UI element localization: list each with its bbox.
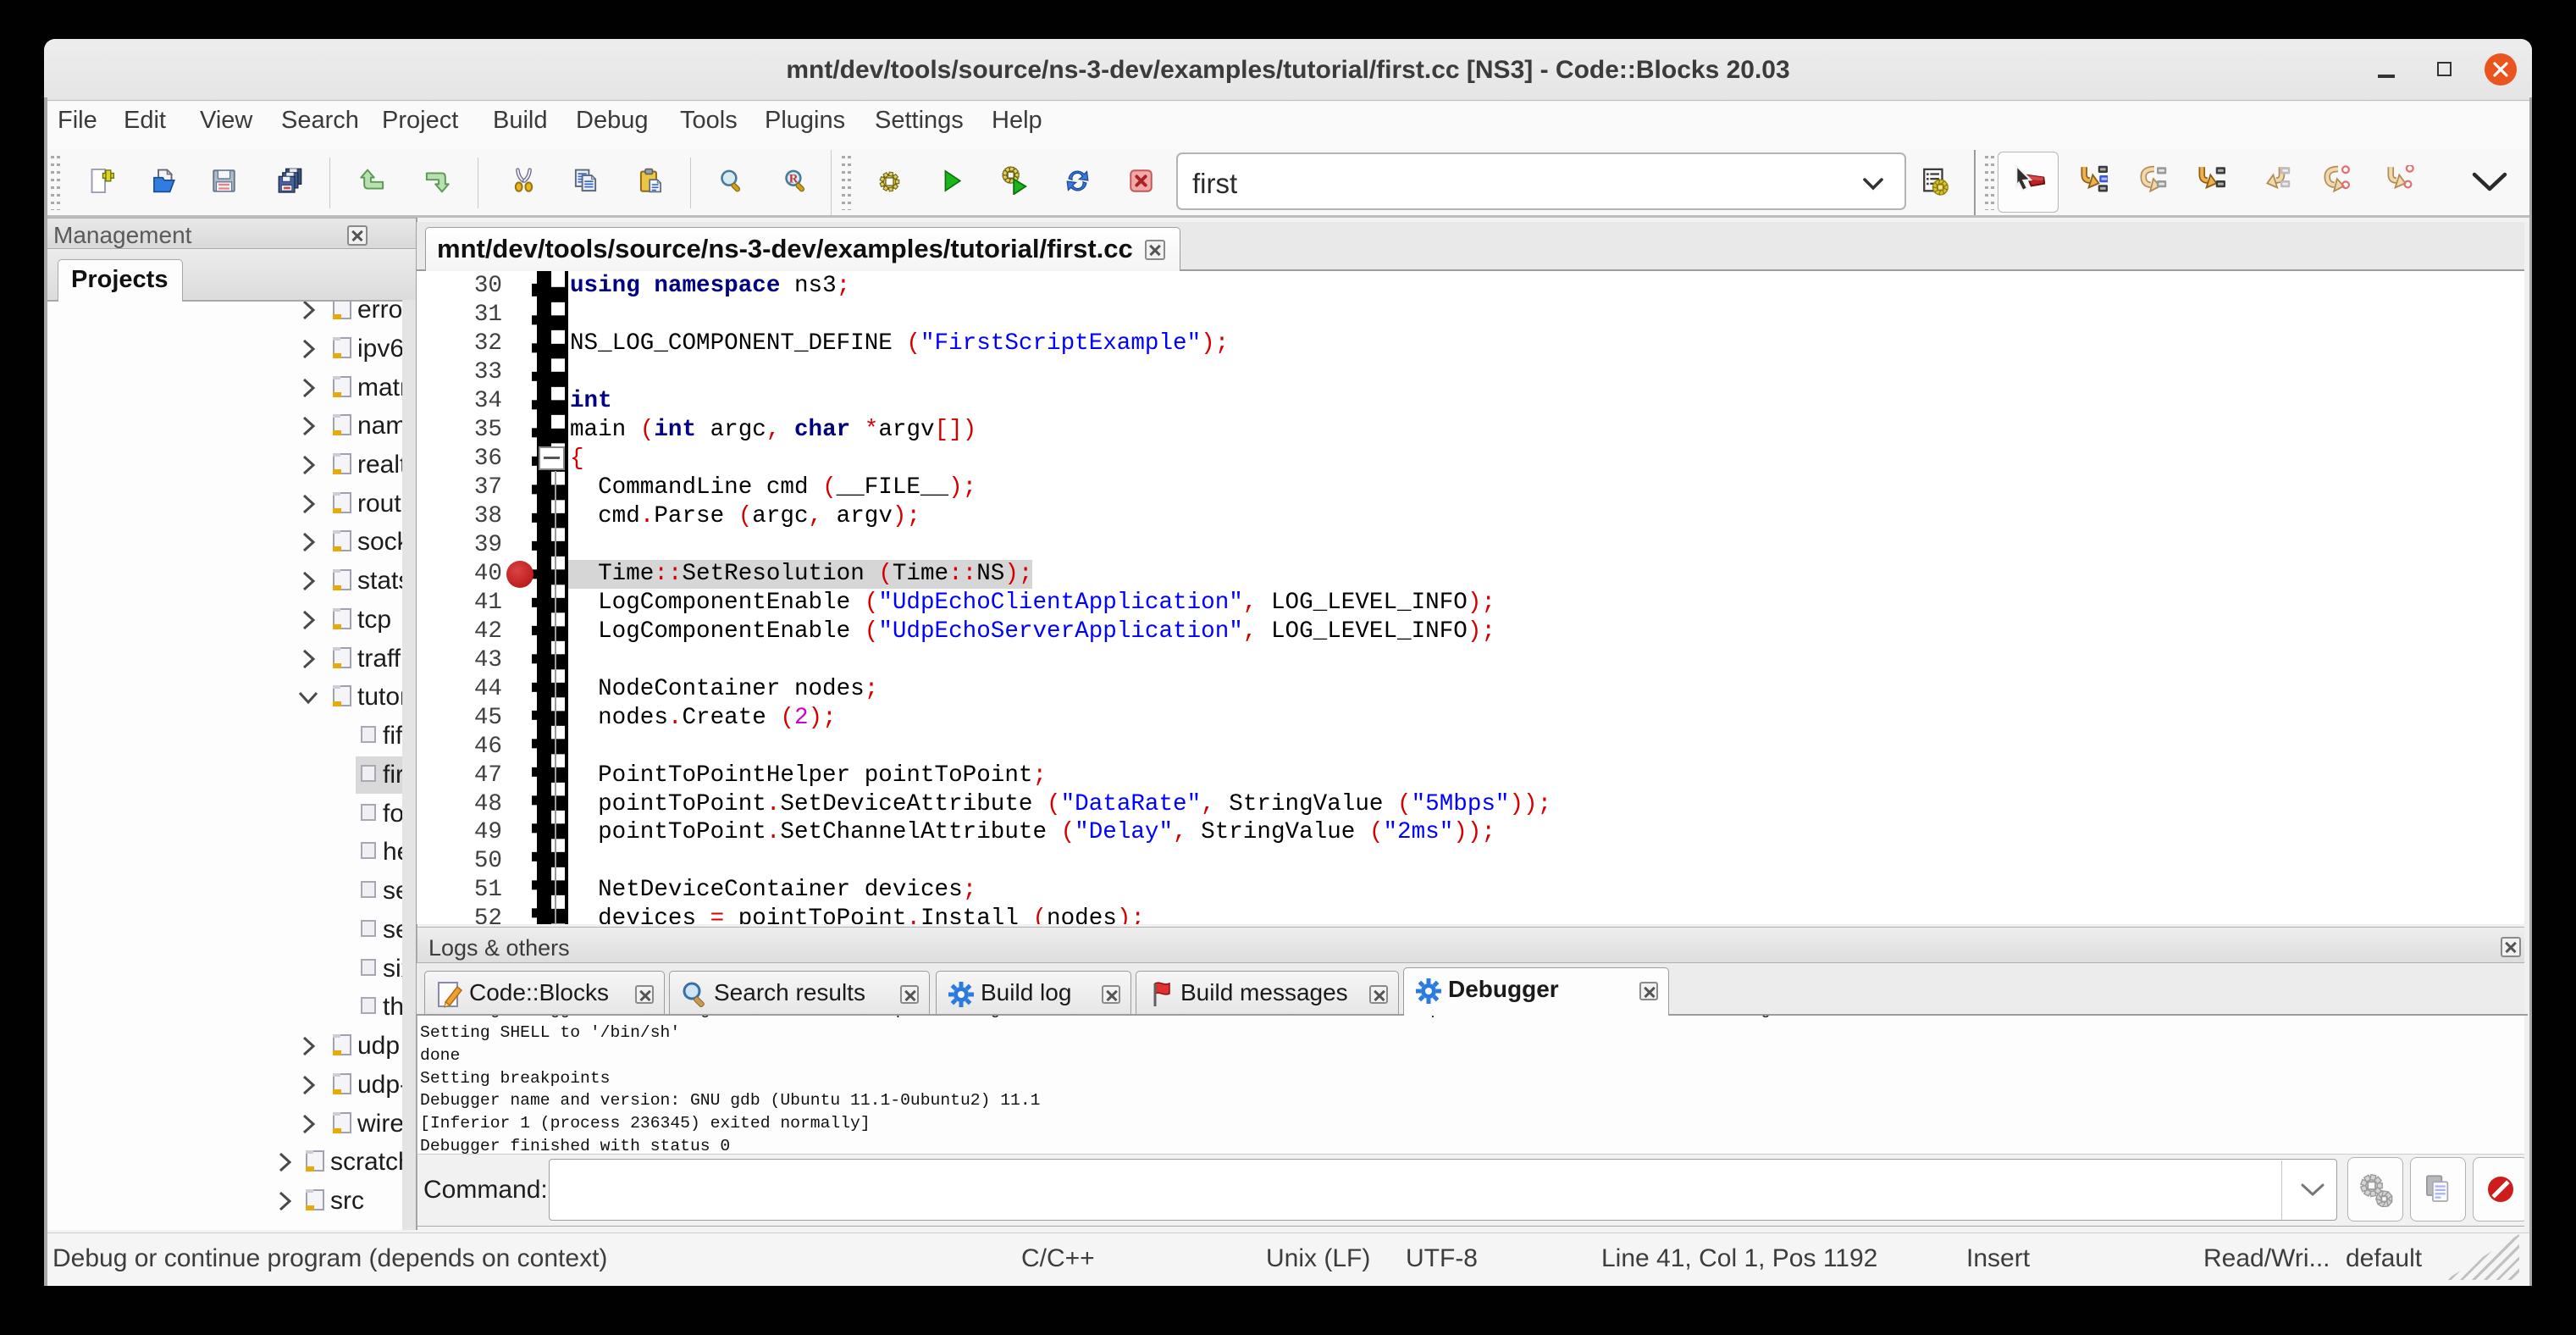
svg-text:R: R bbox=[789, 172, 799, 186]
